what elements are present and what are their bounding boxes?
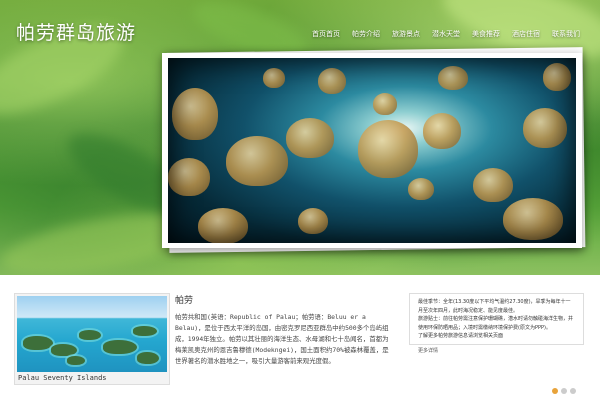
info-line: 最佳季节：全年(13.30度以下平均气温约27.30度)，旱季为每年十一月至次年…	[418, 299, 571, 314]
article: 帕劳 帕劳共和国(英语：Republic of Palau；帕劳语：Beluu …	[175, 293, 395, 367]
island	[79, 330, 101, 340]
thumbnail-caption: Palau Seventy Islands	[18, 374, 107, 382]
island	[137, 352, 159, 364]
info-line: 了解更多帕劳旅游信息请浏览相关页面	[418, 333, 504, 339]
island-thumbnail-card[interactable]: Palau Seventy Islands	[14, 293, 170, 385]
article-heading: 帕劳	[175, 296, 194, 306]
info-line: 旅游贴士：前往帕劳需注意保护珊瑚礁，潜水时请勿触碰海洋生物，并使用环保防晒用品；…	[418, 316, 574, 331]
nav-item-food[interactable]: 美食推荐	[466, 29, 506, 39]
more-link[interactable]: 更多详情	[418, 347, 438, 354]
nav-item-diving[interactable]: 潜水天堂	[426, 29, 466, 39]
island	[23, 336, 53, 350]
island	[51, 344, 77, 356]
island	[133, 326, 157, 336]
nav-item-about[interactable]: 帕劳介绍	[346, 29, 386, 39]
slider-dot[interactable]	[552, 388, 558, 394]
slider-dots	[552, 388, 576, 394]
slider-dot[interactable]	[561, 388, 567, 394]
island	[67, 356, 85, 365]
nav-item-hotels[interactable]: 酒店住宿	[506, 29, 546, 39]
hero-banner: 帕劳群岛旅游 首页首页 帕劳介绍 旅游景点 潜水天堂 美食推荐 酒店住宿 联系我…	[0, 0, 600, 275]
jellyfish-photo[interactable]	[168, 58, 576, 243]
islands-photo[interactable]	[17, 296, 167, 372]
info-box: 最佳季节：全年(13.30度以下平均气温约27.30度)，旱季为每年十一月至次年…	[409, 293, 584, 345]
article-body: 帕劳共和国(英语：Republic of Palau；帕劳语：Beluu er …	[175, 313, 389, 365]
island	[103, 340, 137, 354]
nav-item-contact[interactable]: 联系我们	[546, 29, 586, 39]
slider-dot[interactable]	[570, 388, 576, 394]
nav-item-home[interactable]: 首页首页	[306, 29, 346, 39]
nav-item-sights[interactable]: 旅游景点	[386, 29, 426, 39]
photo-vignette	[168, 58, 576, 243]
main-nav: 首页首页 帕劳介绍 旅游景点 潜水天堂 美食推荐 酒店住宿 联系我们	[306, 29, 586, 39]
featured-photo-frame	[162, 53, 582, 248]
site-title[interactable]: 帕劳群岛旅游	[16, 18, 136, 45]
